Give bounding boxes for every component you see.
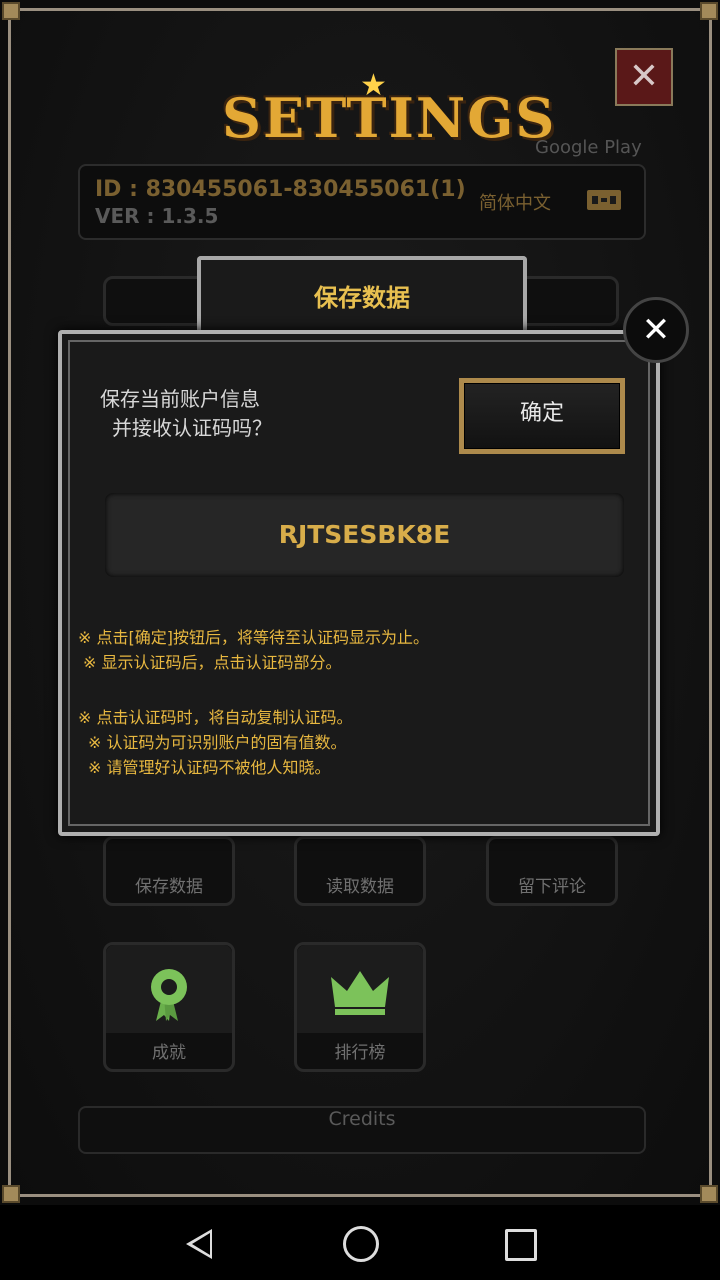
save-data-button[interactable]: 保存数据	[103, 836, 235, 906]
google-play-label[interactable]: Google Play	[535, 137, 642, 158]
account-id: ID : 830455061-830455061(1)	[95, 177, 466, 202]
recent-apps-icon[interactable]	[505, 1229, 537, 1261]
dialog-question-line1: 保存当前账户信息	[100, 387, 260, 411]
leaderboard-icon-area	[297, 945, 423, 1033]
settings-close-button[interactable]: ✕	[615, 48, 673, 106]
note-line: ※ 认证码为可识别账户的固有值数。	[88, 733, 347, 752]
confirm-button[interactable]: 确定	[459, 378, 625, 454]
language-label[interactable]: 简体中文	[479, 189, 551, 215]
note-line: ※ 点击[确定]按钮后，将等待至认证码显示为止。	[78, 628, 429, 647]
dialog-question-line2: 并接收认证码吗？	[112, 416, 272, 440]
save-data-label: 保存数据	[135, 877, 203, 897]
achievements-label: 成就	[152, 1043, 186, 1063]
achievements-icon-area	[106, 945, 232, 1033]
language-toggle-icon[interactable]	[587, 190, 621, 210]
leave-review-button[interactable]: 留下评论	[486, 836, 618, 906]
home-icon[interactable]	[343, 1226, 379, 1262]
version-text: VER : 1.3.5	[95, 204, 219, 228]
frame-corner	[2, 2, 20, 20]
leaderboard-button[interactable]: 排行榜	[294, 942, 426, 1072]
confirm-button-label: 确定	[464, 383, 620, 449]
achievements-button[interactable]: 成就	[103, 942, 235, 1072]
dialog-title: 保存数据	[314, 284, 410, 312]
star-icon: ★	[360, 68, 387, 103]
note-line: ※ 点击认证码时，将自动复制认证码。	[78, 708, 353, 727]
auth-code-box[interactable]: RJTSESBK8E	[105, 493, 624, 577]
frame-corner	[2, 1185, 20, 1203]
note-line: ※ 显示认证码后，点击认证码部分。	[83, 653, 342, 672]
crown-icon	[331, 971, 389, 1015]
frame-corner	[700, 2, 718, 20]
load-data-button[interactable]: 读取数据	[294, 836, 426, 906]
leaderboard-label: 排行榜	[334, 1043, 386, 1063]
award-ribbon-icon	[151, 969, 187, 1021]
back-icon[interactable]	[186, 1229, 212, 1259]
leave-review-label: 留下评论	[518, 877, 586, 897]
note-line: ※ 请管理好认证码不被他人知晓。	[88, 758, 331, 777]
credits-button[interactable]: Credits	[78, 1106, 646, 1154]
dialog-close-button[interactable]: ✕	[623, 297, 689, 363]
account-info-box	[78, 164, 646, 240]
load-data-label: 读取数据	[326, 877, 394, 897]
frame-corner	[700, 1185, 718, 1203]
